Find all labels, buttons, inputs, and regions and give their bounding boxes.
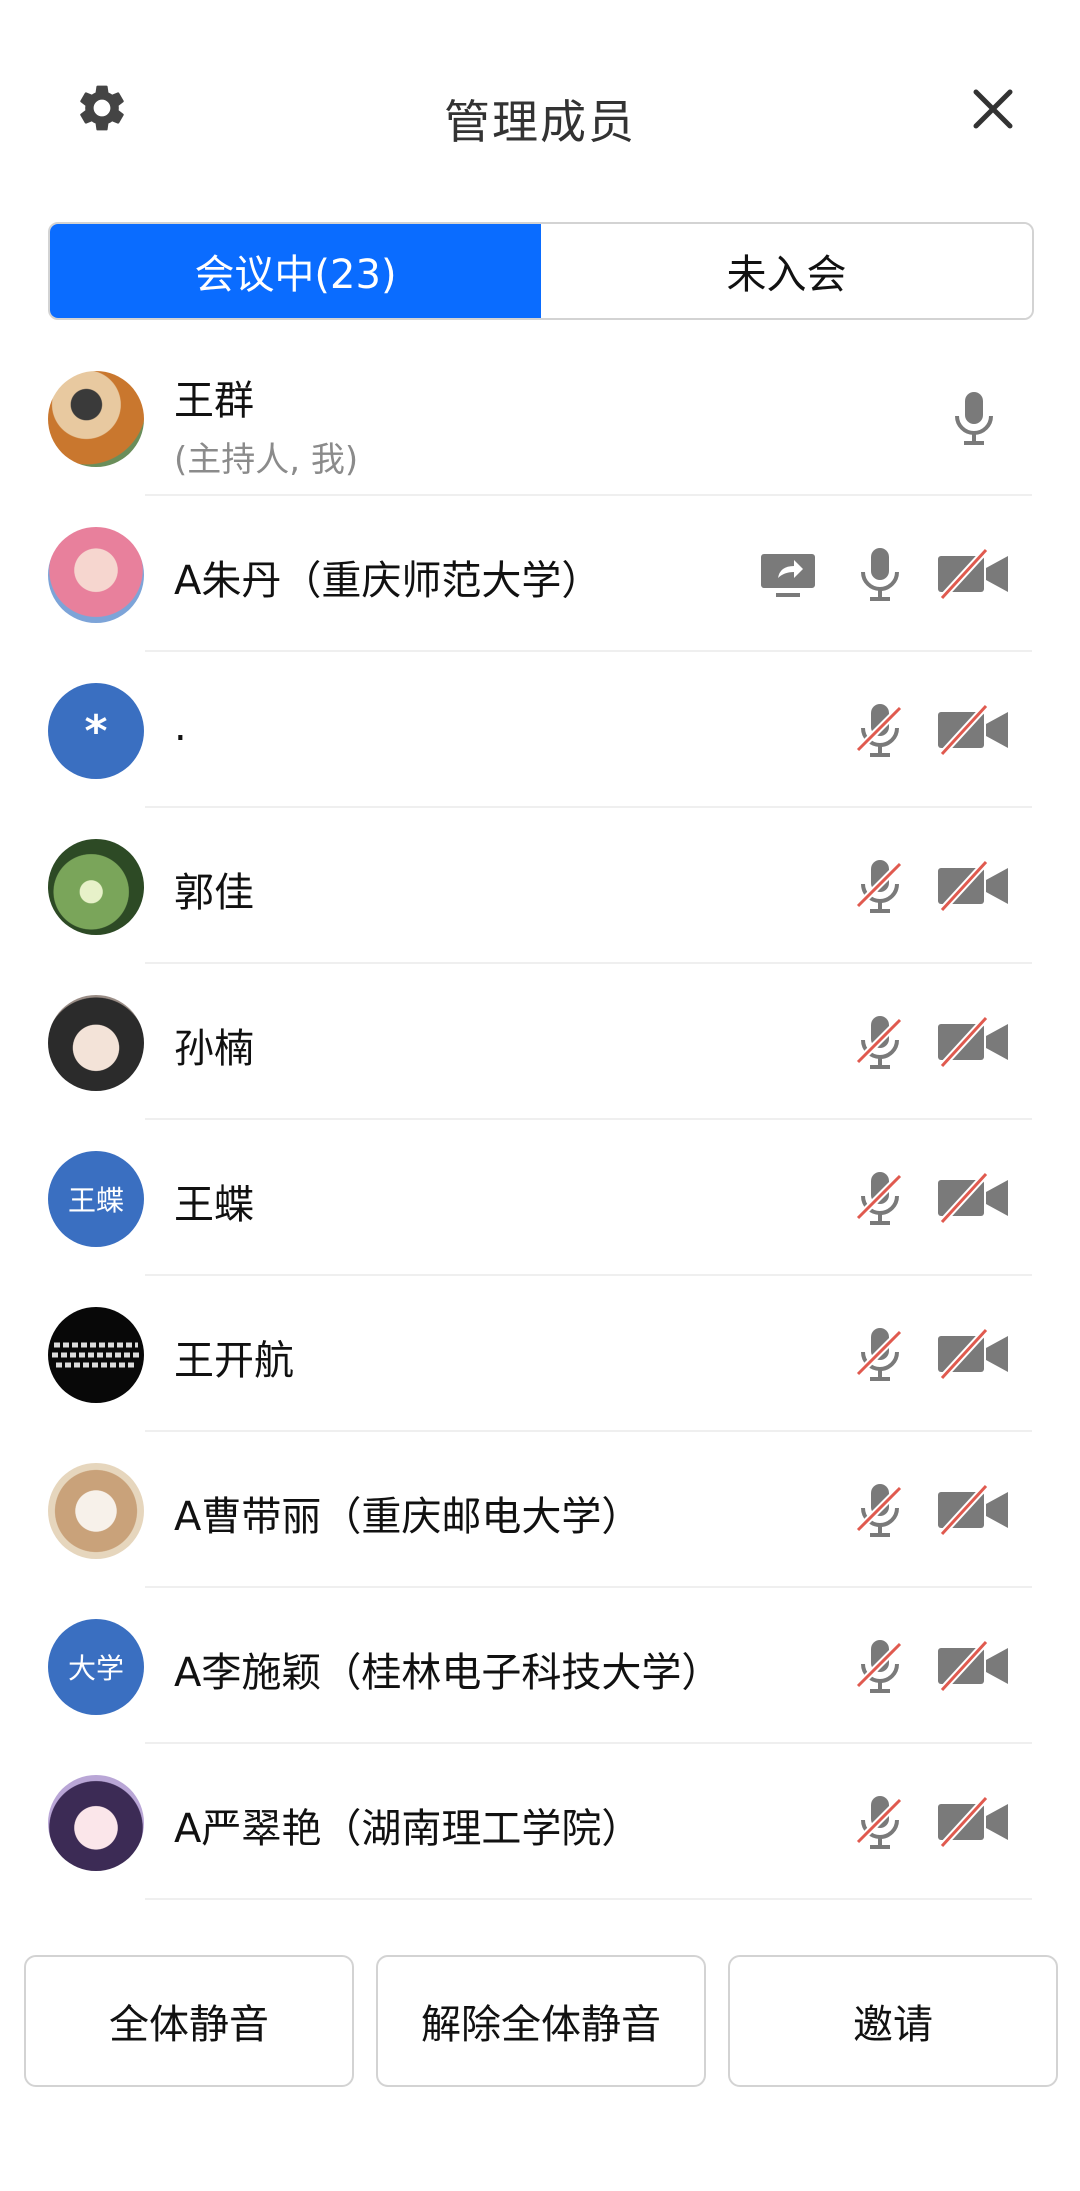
avatar: 大学: [48, 1619, 144, 1715]
screen-share-icon[interactable]: [758, 544, 818, 604]
participant-row[interactable]: 大学 A李施颖（桂林电子科技大学）: [0, 1588, 1080, 1744]
camera-off-icon[interactable]: [936, 1792, 1010, 1852]
participant-row[interactable]: 王群 (主持人, 我): [0, 340, 1080, 496]
divider: [145, 1898, 1032, 1900]
avatar: [48, 995, 144, 1091]
avatar: [48, 839, 144, 935]
avatar: [48, 1307, 144, 1403]
header: 管理成员: [0, 0, 1080, 220]
participant-name: 郭佳: [174, 870, 254, 916]
microphone-muted-icon[interactable]: [850, 700, 910, 760]
microphone-muted-icon[interactable]: [850, 1792, 910, 1852]
mute-all-button[interactable]: 全体静音: [24, 1955, 354, 2087]
participant-row[interactable]: A朱丹（重庆师范大学）: [0, 496, 1080, 652]
microphone-muted-icon[interactable]: [850, 1324, 910, 1384]
participant-row[interactable]: 王蝶 王蝶: [0, 1120, 1080, 1276]
participant-row[interactable]: 郭佳: [0, 808, 1080, 964]
avatar: 王蝶: [48, 1151, 144, 1247]
participant-list: 王群 (主持人, 我) A朱丹（重庆师范大学） * . 郭佳 孙楠 王蝶 王蝶 …: [0, 340, 1080, 1900]
avatar: *: [48, 683, 144, 779]
participant-name: A曹带丽（重庆邮电大学）: [174, 1494, 642, 1540]
camera-off-icon[interactable]: [936, 1324, 1010, 1384]
avatar: [48, 1775, 144, 1871]
camera-off-icon[interactable]: [936, 700, 1010, 760]
participant-name: A严翠艳（湖南理工学院）: [174, 1806, 642, 1852]
microphone-muted-icon[interactable]: [850, 1012, 910, 1072]
unmute-all-button[interactable]: 解除全体静音: [376, 1955, 706, 2087]
microphone-muted-icon[interactable]: [850, 1168, 910, 1228]
microphone-muted-icon[interactable]: [850, 1480, 910, 1540]
invite-button[interactable]: 邀请: [728, 1955, 1058, 2087]
page-title: 管理成员: [444, 95, 636, 149]
manage-members-sheet: 管理成员 会议中(23) 未入会 王群 (主持人, 我) A朱丹（重庆师范大学）…: [0, 0, 1080, 2191]
participant-row[interactable]: * .: [0, 652, 1080, 808]
tab-not-joined[interactable]: 未入会: [541, 224, 1032, 318]
camera-off-icon[interactable]: [936, 1636, 1010, 1696]
participant-row[interactable]: 王开航: [0, 1276, 1080, 1432]
participant-row[interactable]: A严翠艳（湖南理工学院）: [0, 1744, 1080, 1900]
close-icon: [973, 89, 1013, 129]
member-tabs: 会议中(23) 未入会: [48, 222, 1034, 320]
microphone-icon[interactable]: [944, 388, 1004, 448]
microphone-muted-icon[interactable]: [850, 856, 910, 916]
participant-row[interactable]: A曹带丽（重庆邮电大学）: [0, 1432, 1080, 1588]
avatar-scribble: [52, 1342, 140, 1368]
microphone-muted-icon[interactable]: [850, 1636, 910, 1696]
participant-name: A朱丹（重庆师范大学）: [174, 558, 602, 604]
participant-name: 孙楠: [174, 1026, 254, 1072]
microphone-icon[interactable]: [850, 544, 910, 604]
avatar: [48, 527, 144, 623]
camera-off-icon[interactable]: [936, 544, 1010, 604]
participant-name: 王开航: [174, 1338, 294, 1384]
participant-name: 王群: [174, 378, 254, 424]
tab-in-meeting[interactable]: 会议中(23): [50, 224, 541, 318]
avatar: [48, 1463, 144, 1559]
participant-name: A李施颖（桂林电子科技大学）: [174, 1650, 722, 1696]
camera-off-icon[interactable]: [936, 1168, 1010, 1228]
close-button[interactable]: [968, 84, 1018, 134]
participant-row[interactable]: 孙楠: [0, 964, 1080, 1120]
participant-role: (主持人, 我): [174, 440, 359, 480]
camera-off-icon[interactable]: [936, 856, 1010, 916]
avatar: [48, 371, 144, 467]
participant-name: 王蝶: [174, 1182, 254, 1228]
camera-off-icon[interactable]: [936, 1012, 1010, 1072]
participant-name: .: [174, 704, 187, 750]
camera-off-icon[interactable]: [936, 1480, 1010, 1540]
